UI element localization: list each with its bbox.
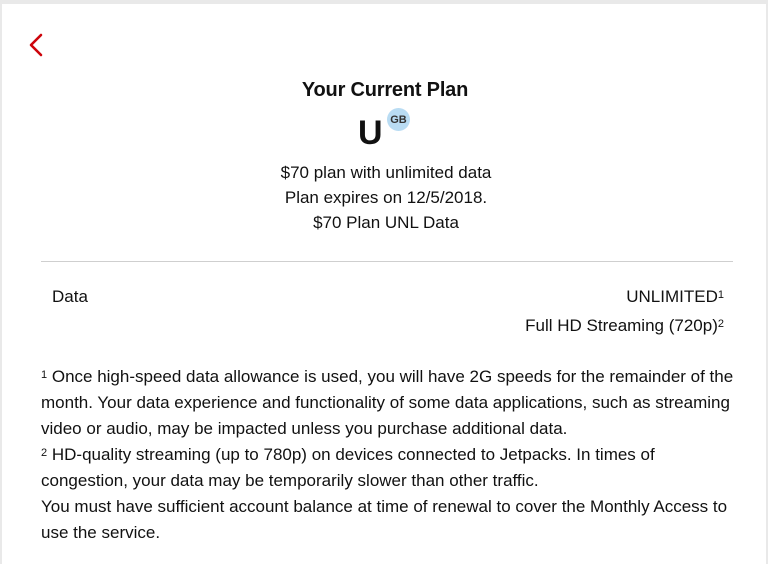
plan-description: $70 plan with unlimited data <box>280 163 492 182</box>
plan-expiration: Plan expires on 12/5/2018. <box>284 188 488 207</box>
footnote-2: 2 HD-quality streaming (up to 780p) on d… <box>41 442 741 494</box>
plan-letter: U <box>358 114 383 152</box>
data-value-text: UNLIMITED <box>626 287 718 306</box>
divider <box>41 261 733 262</box>
footnote-1-text: Once high-speed data allowance is used, … <box>41 367 734 438</box>
data-value-footnote-marker: 1 <box>717 289 724 301</box>
gb-badge: GB <box>387 108 410 131</box>
footnote-1-marker: 1 <box>41 369 48 381</box>
data-value: UNLIMITED1 <box>626 286 724 308</box>
footnote-2-marker: 2 <box>41 447 48 459</box>
footnotes: 1 Once high-speed data allowance is used… <box>41 364 741 546</box>
balance-note: You must have sufficient account balance… <box>41 497 728 542</box>
plan-name: $70 Plan UNL Data <box>313 213 459 232</box>
page-title: Your Current Plan <box>301 79 469 101</box>
footnote-2-text: HD-quality streaming (up to 780p) on dev… <box>41 445 655 490</box>
footnote-1: 1 Once high-speed data allowance is used… <box>41 364 741 442</box>
back-button[interactable] <box>26 32 46 58</box>
data-label: Data <box>52 287 88 306</box>
streaming-footnote-marker: 2 <box>717 318 724 330</box>
chevron-left-icon <box>29 33 43 57</box>
streaming-value: Full HD Streaming (720p)2 <box>525 315 724 337</box>
streaming-value-text: Full HD Streaming (720p) <box>525 316 718 335</box>
